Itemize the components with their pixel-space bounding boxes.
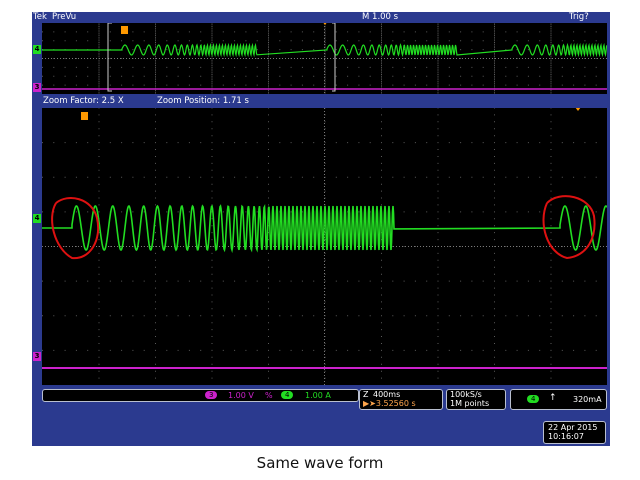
zoom-waveform-plot: [42, 108, 607, 385]
ch3-marker-main: 3: [33, 352, 41, 361]
ch3-scale: 1.00 V: [228, 391, 254, 400]
ch4-scale: 1.00 A: [305, 391, 331, 400]
rising-edge-icon: ↑: [549, 393, 557, 403]
zoom-factor: Zoom Factor: 2.5 X: [43, 96, 124, 106]
overview-waveform-panel: [42, 23, 607, 94]
overview-waveform-plot: [42, 23, 607, 94]
trigger-level: 320mA: [573, 395, 602, 404]
ch3-badge: 3: [205, 391, 218, 399]
vertical-readout[interactable]: 3 1.00 V % 4 1.00 A: [42, 389, 359, 402]
date: 22 Apr 2015: [548, 423, 598, 432]
horizontal-readout[interactable]: Z 400ms ▶➤3.52560 s: [359, 389, 443, 410]
time: 10:16:07: [548, 432, 584, 441]
timebase-readout: M 1.00 s: [362, 12, 399, 22]
overview-trigger-position-icon: [323, 23, 327, 25]
zoom-icon: Z: [363, 390, 369, 399]
ch4-marker-overview: 4: [33, 45, 41, 54]
zoom-waveform-panel: [42, 108, 607, 385]
zoom-window-bracket: [107, 23, 336, 92]
ch4-badge: 4: [281, 391, 294, 399]
zoom-position: Zoom Position: 1.71 s: [157, 96, 249, 106]
datetime-readout: 22 Apr 2015 10:16:07: [543, 421, 606, 444]
sample-rate: 100kS/s: [450, 390, 482, 399]
acquisition-readout[interactable]: 100kS/s 1M points: [446, 389, 506, 410]
ch3-marker-overview: 3: [33, 83, 41, 92]
trigger-source-badge: 4: [527, 395, 540, 403]
trigger-status: Trig?: [569, 12, 589, 22]
oscilloscope-screen: Tek PreVu M 1.00 s Trig? 4 3 Zoom Factor…: [32, 12, 610, 446]
main-trigger-position-icon: [575, 108, 581, 111]
mode-label: PreVu: [52, 12, 77, 22]
horizontal-delay: ▶➤3.52560 s: [363, 399, 416, 408]
brand-logo: Tek: [33, 12, 47, 22]
trigger-readout[interactable]: 4 ↑ 320mA: [510, 389, 607, 410]
record-length: 1M points: [450, 399, 490, 408]
ch4-marker-main: 4: [33, 214, 41, 223]
ch4-unit-symbol: %: [265, 391, 273, 400]
image-caption: Same wave form: [256, 454, 384, 472]
main-trigger-marker: [81, 112, 88, 120]
horizontal-scale: 400ms: [373, 390, 401, 399]
overview-trigger-marker: [121, 26, 128, 34]
